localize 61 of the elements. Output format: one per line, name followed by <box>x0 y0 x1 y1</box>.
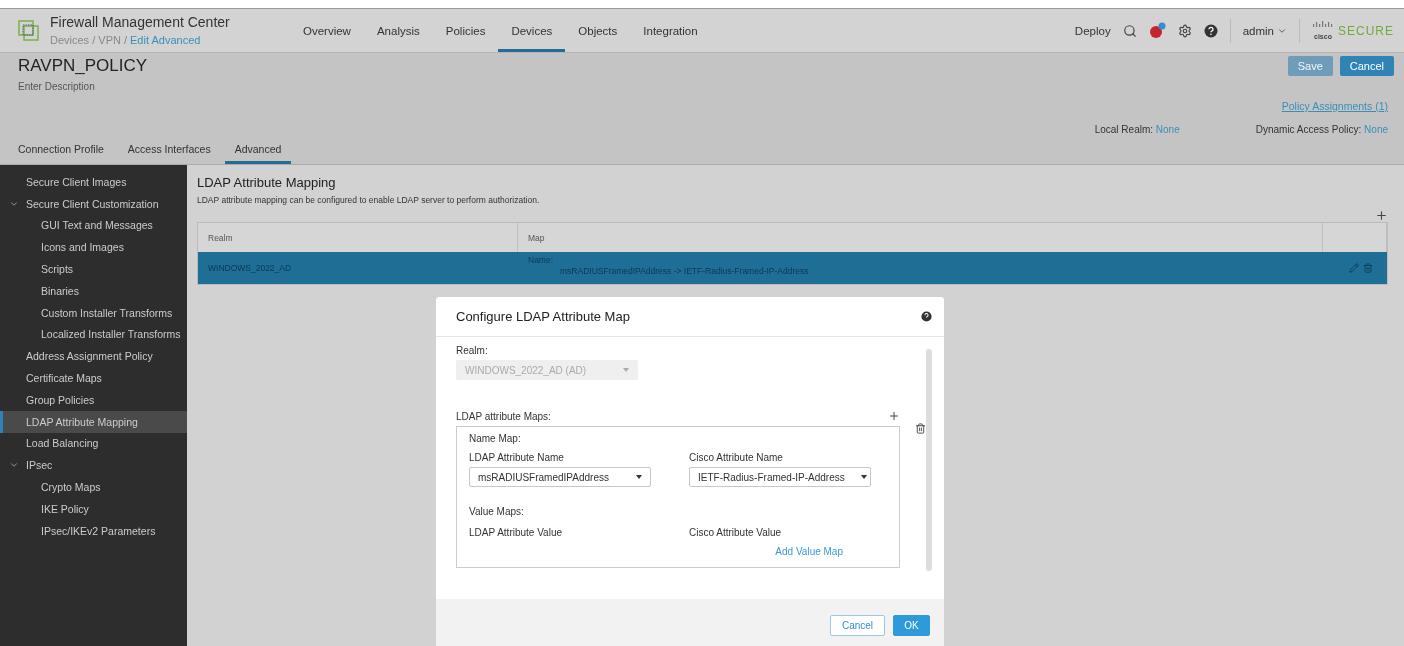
sidebar-item[interactable]: Address Assignment Policy <box>0 345 187 368</box>
help-icon[interactable] <box>921 311 932 322</box>
sidebar-item[interactable]: Scripts <box>0 258 187 280</box>
sidebar-item[interactable]: Crypto Maps <box>0 476 187 498</box>
notification-icon[interactable] <box>1148 22 1166 39</box>
settings-icon[interactable] <box>1177 23 1192 38</box>
nav-tab[interactable]: Objects <box>565 9 631 52</box>
cisco-attribute-dropdown[interactable]: IETF-Radius-Framed-IP-Address <box>689 467 871 487</box>
cancel-button[interactable]: Cancel <box>1339 56 1394 76</box>
nav-tab[interactable]: Integration <box>630 9 711 52</box>
sidebar-item[interactable]: IPsec <box>0 454 187 477</box>
field-label: Cisco Attribute Name <box>689 452 784 463</box>
field-label: LDAP Attribute Name <box>469 452 565 463</box>
app-logo-icon <box>18 19 40 42</box>
dialog-title: Configure LDAP Attribute Map <box>456 309 630 324</box>
deploy-button[interactable]: Deploy <box>1074 24 1111 37</box>
app-title: Firewall Management Center <box>50 13 230 30</box>
add-icon[interactable] <box>888 410 900 422</box>
sidebar-item[interactable]: Group Policies <box>0 388 187 411</box>
sidebar-item[interactable]: IPsec/IKEv2 Parameters <box>0 519 187 542</box>
field-label: Cisco Attribute Value <box>689 527 783 538</box>
sidebar-item[interactable]: IKE Policy <box>0 497 187 520</box>
search-icon[interactable] <box>1122 23 1137 38</box>
ldap-attribute-dropdown[interactable]: msRADIUSFramedIPAddress <box>469 467 651 487</box>
policy-tab[interactable]: Access Interfaces <box>117 143 221 164</box>
section-description: LDAP attribute mapping can be configured to enable LDAP server to perform authorization. <box>197 195 541 205</box>
sidebar-item[interactable]: Load Balancing <box>0 432 187 455</box>
column-header: Map <box>518 223 1323 252</box>
local-realm-label: Local Realm: None <box>1094 124 1180 135</box>
policy-description[interactable]: Enter Description <box>18 81 1386 92</box>
user-menu[interactable]: admin <box>1242 24 1287 37</box>
nav-tab[interactable]: Policies <box>432 9 499 52</box>
delete-icon[interactable] <box>915 423 926 437</box>
nav-tab[interactable]: Overview <box>290 9 364 52</box>
sidebar-item[interactable]: Secure Client Customization <box>0 192 187 215</box>
policy-name: RAVPN_POLICY <box>18 56 148 76</box>
sidebar-item[interactable]: Binaries <box>0 280 187 302</box>
column-header: Realm <box>198 223 518 252</box>
section-label: Value Maps: <box>469 506 524 517</box>
sidebar-item[interactable]: Icons and Images <box>0 236 187 259</box>
product-name: SECURE <box>1338 23 1394 38</box>
sidebar-item[interactable]: Custom Installer Transforms <box>0 301 187 324</box>
section-label: Name Map: <box>469 433 522 444</box>
section-title: LDAP Attribute Mapping <box>197 175 337 190</box>
policy-tab[interactable]: Connection Profile <box>18 143 114 164</box>
add-icon[interactable] <box>1375 209 1388 222</box>
field-label: LDAP Attribute Value <box>469 527 564 538</box>
sidebar-item[interactable]: Secure Client Images <box>0 171 187 193</box>
breadcrumb: Devices / VPN / <box>50 33 128 46</box>
help-icon[interactable] <box>1203 23 1218 38</box>
table-cell: WINDOWS_2022_AD <box>198 252 518 284</box>
cancel-button[interactable]: Cancel <box>830 615 885 636</box>
sidebar-item[interactable]: GUI Text and Messages <box>0 214 187 237</box>
sidebar-item[interactable]: LDAP Attribute Mapping <box>0 410 187 433</box>
field-label: LDAP attribute Maps: <box>456 410 551 422</box>
nav-tab[interactable]: Analysis <box>363 9 433 52</box>
table-cell: Name: msRADIUSFramedIPAddress -> IETF-Radius-Framed-IP-Address <box>518 252 1323 284</box>
field-label: Realm: <box>456 345 489 356</box>
sidebar-item[interactable]: Certificate Maps <box>0 367 187 389</box>
sidebar-item[interactable]: Localized Installer Transforms <box>0 323 187 346</box>
dynamic-access-policy-label: Dynamic Access Policy: None <box>1255 124 1388 135</box>
